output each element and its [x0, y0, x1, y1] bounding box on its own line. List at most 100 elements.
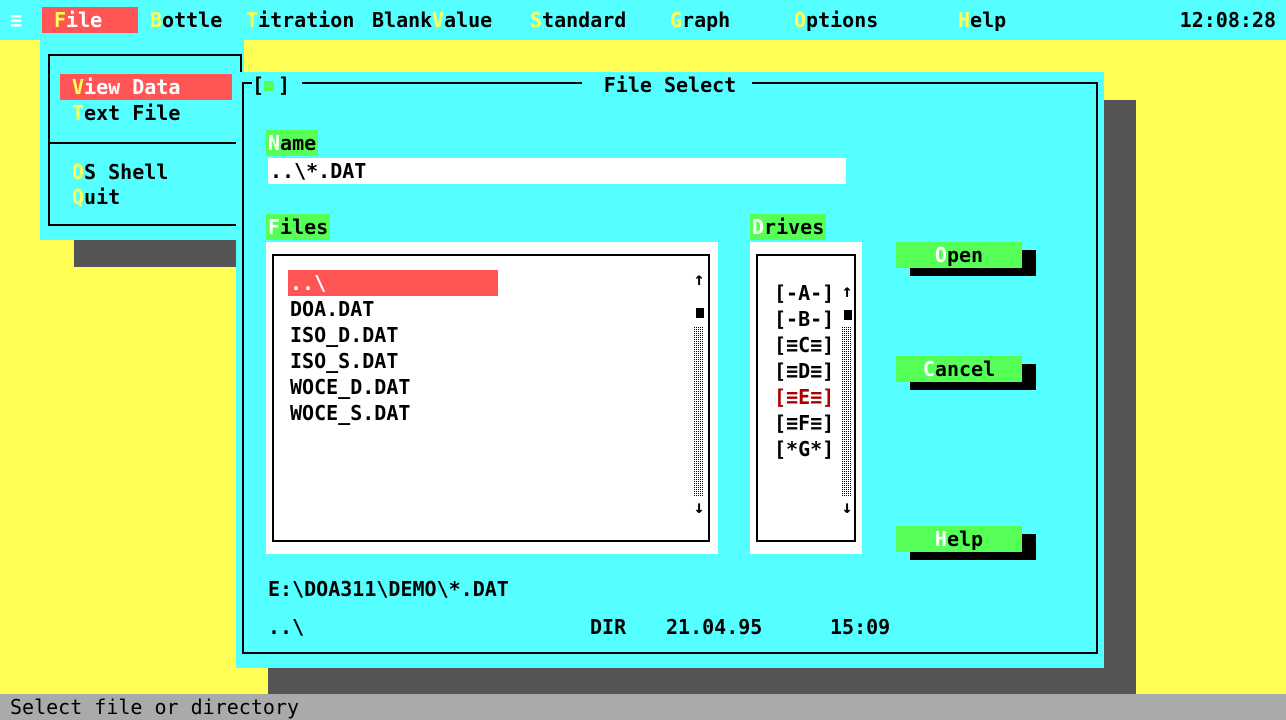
close-bracket-right: ] — [278, 73, 291, 97]
hotkey: S — [530, 8, 543, 32]
file-item[interactable]: ..\ — [288, 270, 498, 296]
menu-label: ile — [66, 8, 103, 32]
menu-label: tandard — [542, 8, 627, 32]
dialog-title: File Select — [603, 73, 737, 97]
hotkey: O — [72, 160, 85, 184]
menu-item-text-file[interactable]: Text File — [60, 100, 232, 126]
close-bracket-left: [ — [252, 73, 265, 97]
label-text: iles — [280, 215, 329, 239]
menu-item-label: uit — [84, 185, 121, 209]
files-list-panel: ..\ DOA.DAT ISO_D.DAT ISO_S.DAT WOCE_D.D… — [266, 242, 718, 554]
drive-item[interactable]: [-A-] — [774, 280, 834, 306]
button-label: ancel — [934, 357, 996, 381]
menu-label: raph — [682, 8, 731, 32]
drives-scrollbar[interactable]: ↑ ↓ — [839, 280, 855, 518]
button-label: elp — [946, 527, 984, 551]
file-item[interactable]: ISO_D.DAT — [288, 322, 498, 348]
drive-item[interactable]: [≡D≡] — [774, 358, 834, 384]
scroll-thumb[interactable] — [696, 308, 704, 318]
menu-value[interactable]: Value — [432, 7, 492, 33]
button-label: pen — [946, 243, 984, 267]
hotkey: O — [934, 243, 947, 267]
files-label: Files — [266, 214, 331, 240]
menu-item-label: ext File — [84, 101, 181, 125]
hotkey: F — [54, 8, 67, 32]
hotkey: Q — [72, 185, 85, 209]
info-time: 15:09 — [830, 615, 891, 639]
status-bar: Select file or directory — [0, 694, 1286, 720]
close-icon — [264, 81, 274, 91]
scroll-track[interactable] — [842, 326, 852, 496]
hotkey: H — [934, 527, 947, 551]
hotkey: O — [794, 8, 807, 32]
hotkey: V — [432, 8, 445, 32]
hotkey: N — [268, 131, 281, 155]
drive-item[interactable]: [-B-] — [774, 306, 834, 332]
files-list[interactable]: ..\ DOA.DAT ISO_D.DAT ISO_S.DAT WOCE_D.D… — [272, 254, 710, 542]
menu-help[interactable]: Help — [958, 7, 1006, 33]
status-text: Select file or directory — [10, 695, 299, 719]
scroll-up-arrow-icon[interactable]: ↑ — [839, 282, 855, 302]
menu-label: elp — [970, 8, 1007, 32]
menu-blank[interactable]: Blank — [372, 7, 432, 33]
menu-item-os-shell[interactable]: OS Shell — [60, 159, 232, 185]
drive-item-current[interactable]: [≡E≡] — [774, 384, 834, 410]
file-item[interactable]: DOA.DAT — [288, 296, 498, 322]
hotkey: C — [922, 357, 935, 381]
button-shadow — [910, 552, 1036, 560]
scroll-track[interactable] — [694, 326, 704, 496]
help-button-face: Help — [896, 526, 1022, 552]
info-name: ..\ — [268, 615, 305, 639]
help-button[interactable]: Help — [896, 526, 1036, 560]
menu-titration[interactable]: Titration — [246, 7, 354, 33]
menu-label: Blank — [372, 8, 433, 32]
hotkey: F — [268, 215, 281, 239]
scroll-down-arrow-icon[interactable]: ↓ — [839, 498, 855, 518]
hotkey: G — [670, 8, 683, 32]
info-type: DIR — [590, 615, 627, 639]
system-menu-icon[interactable]: ≡ — [10, 7, 22, 33]
close-button[interactable]: [ ] — [252, 72, 302, 98]
drive-item[interactable]: [*G*] — [774, 436, 834, 462]
drives-list[interactable]: [-A-] [-B-] [≡C≡] [≡D≡] [≡E≡] [≡F≡] [*G*… — [756, 254, 856, 542]
menu-standard[interactable]: Standard — [530, 7, 626, 33]
menu-bottle[interactable]: Bottle — [150, 7, 222, 33]
open-button-face: Open — [896, 242, 1022, 268]
menu-label: ottle — [162, 8, 223, 32]
hotkey: T — [246, 8, 259, 32]
menu-label: alue — [444, 8, 493, 32]
menu-options[interactable]: Options — [794, 7, 878, 33]
menu-label: itration — [258, 8, 355, 32]
file-item[interactable]: WOCE_D.DAT — [288, 374, 498, 400]
scroll-down-arrow-icon[interactable]: ↓ — [691, 498, 707, 518]
filename-input[interactable]: ..\*.DAT — [268, 158, 846, 184]
clock: 12:08:28 — [1179, 8, 1276, 32]
menu-item-quit[interactable]: Quit — [60, 184, 232, 210]
drive-item[interactable]: [≡F≡] — [774, 410, 834, 436]
label-text: ame — [280, 131, 317, 155]
label-text: rives — [764, 215, 825, 239]
menu-graph[interactable]: Graph — [670, 7, 730, 33]
file-item[interactable]: WOCE_S.DAT — [288, 400, 498, 426]
cancel-button[interactable]: Cancel — [896, 356, 1036, 390]
hotkey: V — [72, 75, 85, 99]
file-menu-dropdown: View Data Text File OS Shell Quit — [40, 40, 244, 240]
drives-label: Drives — [750, 214, 827, 240]
menu-bar: ≡ File Bottle Titration Blank Value Stan… — [0, 0, 1286, 40]
menu-item-label: S Shell — [84, 160, 169, 184]
drive-item[interactable]: [≡C≡] — [774, 332, 834, 358]
hotkey: D — [752, 215, 765, 239]
menu-file[interactable]: File — [42, 7, 138, 33]
hotkey: T — [72, 101, 85, 125]
button-shadow — [910, 382, 1036, 390]
open-button[interactable]: Open — [896, 242, 1036, 276]
menu-item-view-data[interactable]: View Data — [60, 74, 232, 100]
scroll-thumb[interactable] — [844, 310, 852, 320]
files-scrollbar[interactable]: ↑ ↓ — [691, 270, 707, 518]
name-label: Name — [266, 130, 319, 156]
file-item[interactable]: ISO_S.DAT — [288, 348, 498, 374]
scroll-up-arrow-icon[interactable]: ↑ — [691, 270, 707, 290]
hotkey: H — [958, 8, 971, 32]
menu-separator — [48, 142, 244, 144]
file-select-dialog: File Select [ ] Name ..\*.DAT Files ..\ … — [236, 72, 1104, 668]
